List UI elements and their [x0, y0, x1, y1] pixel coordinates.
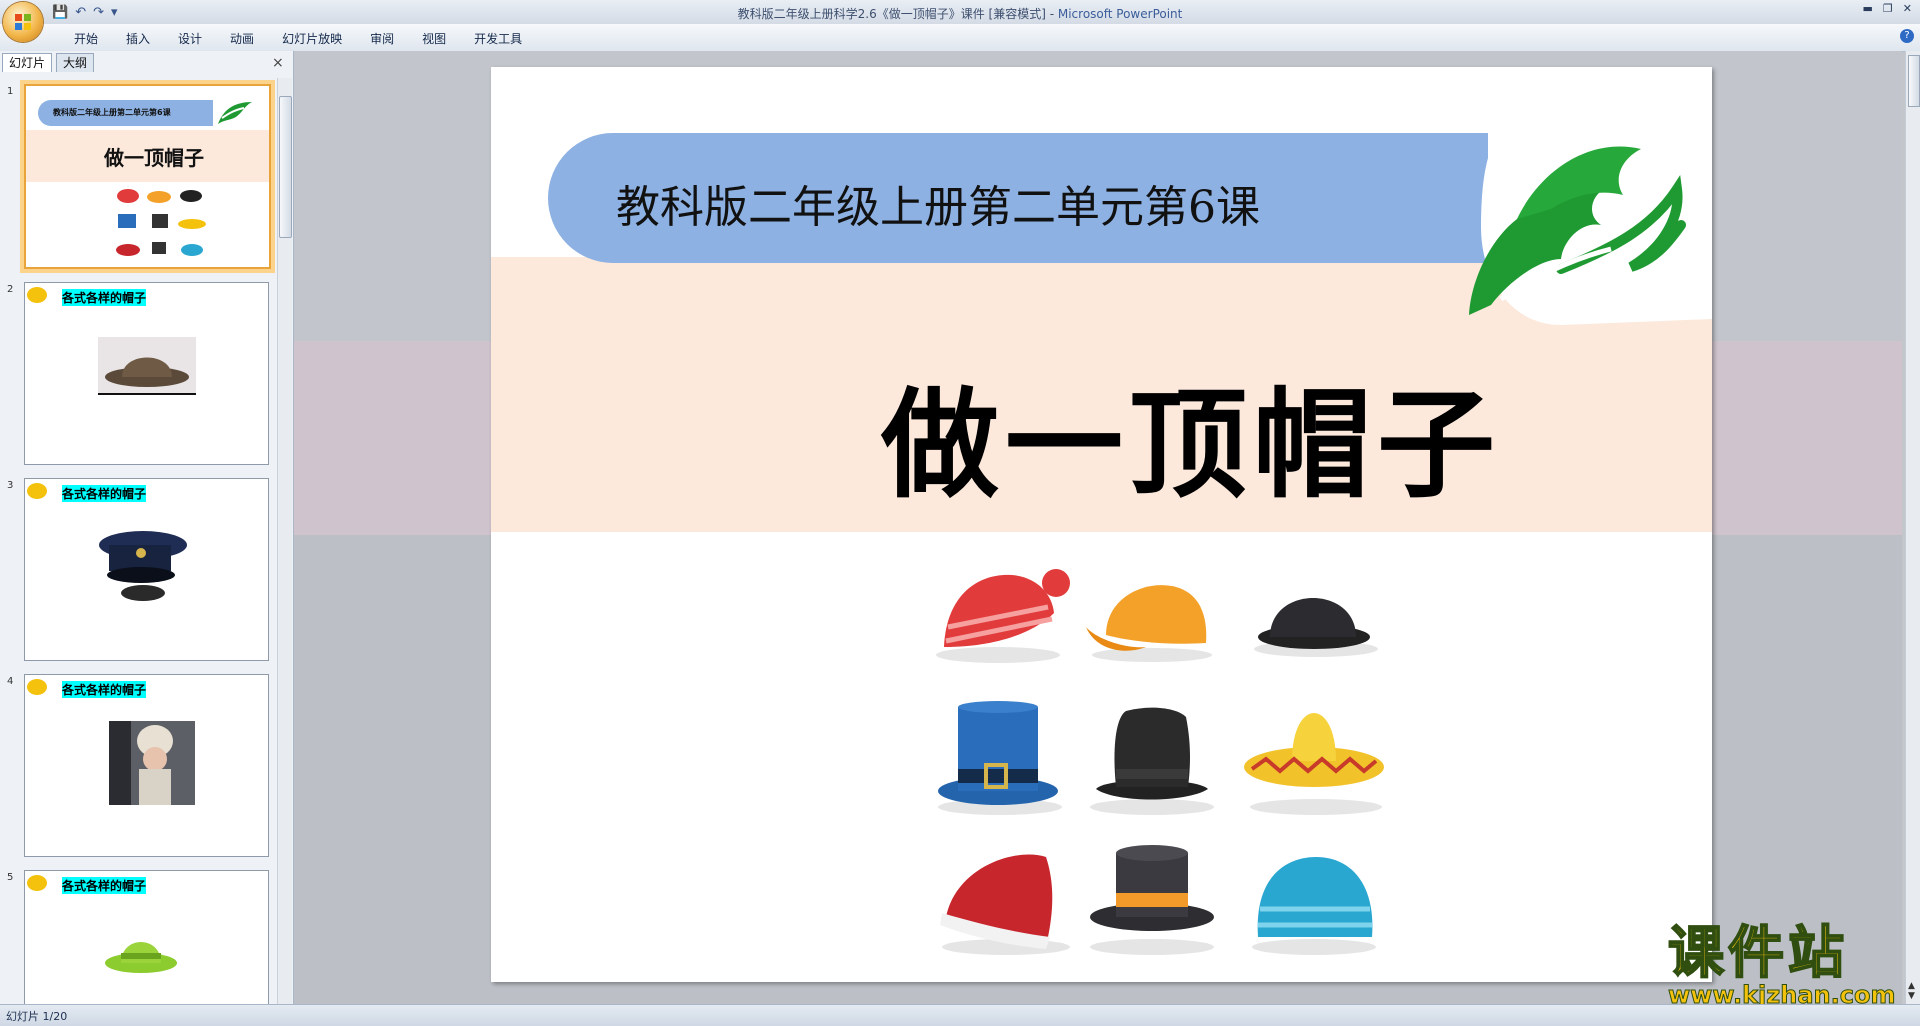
app-name: Microsoft PowerPoint [1057, 7, 1183, 21]
slide-thumbnail-2[interactable]: 各式各样的帽子 [24, 282, 269, 465]
santa-hat [940, 854, 1070, 955]
next-slide-icon[interactable]: ▼ [1908, 991, 1915, 1001]
knit-hat-girl-image [109, 721, 195, 805]
thumb-label: 各式各样的帽子 [62, 289, 147, 306]
watermark-url: www.kjzhan.com [1668, 981, 1896, 1009]
red-beanie [936, 569, 1070, 663]
slides-pane: 幻灯片 大纲 × 1 教科版二年级上册第二单元第6课 做一顶帽子 2 各式各样的… [0, 51, 294, 1004]
tab-outline[interactable]: 大纲 [56, 53, 95, 72]
officer-cap-image [99, 531, 187, 601]
status-bar: 幻灯片 1/20 [0, 1004, 1920, 1026]
gray-top-hat-orange-band [1090, 845, 1214, 955]
title-bar: 💾 ↶ ↷ ▾ 教科版二年级上册科学2.6《做一顶帽子》课件 [兼容模式] - … [0, 0, 1920, 24]
mascot-icon [27, 287, 47, 303]
slide-number: 4 [7, 676, 14, 687]
yellow-sombrero [1244, 713, 1384, 815]
tab-slideshow[interactable]: 幻灯片放映 [268, 30, 356, 47]
black-top-hat [1090, 707, 1214, 815]
tab-animations[interactable]: 动画 [216, 30, 268, 47]
prev-slide-icon[interactable]: ▲ [1908, 981, 1915, 991]
mascot-icon [27, 679, 47, 695]
leaf-logo-icon [1469, 129, 1712, 325]
banner-text: 教科版二年级上册第二单元第6课 [616, 182, 1260, 233]
window-title: 教科版二年级上册科学2.6《做一顶帽子》课件 [兼容模式] - Microsof… [0, 5, 1920, 22]
ribbon: 开始 插入 设计 动画 幻灯片放映 审阅 视图 开发工具 ? [0, 24, 1920, 52]
thumb-label: 各式各样的帽子 [62, 485, 147, 502]
blue-top-hat [938, 701, 1062, 815]
close-pane-icon[interactable]: × [272, 55, 284, 71]
slide-number: 3 [7, 480, 14, 491]
slide-thumbnail-3[interactable]: 各式各样的帽子 [24, 478, 269, 661]
window-controls: ▬ ❐ ✕ [1863, 2, 1913, 15]
thumbnail-list: 1 教科版二年级上册第二单元第6课 做一顶帽子 2 各式各样的帽子 3 各式各样… [0, 78, 277, 1004]
close-icon[interactable]: ✕ [1903, 2, 1912, 15]
slide-number: 1 [7, 86, 14, 97]
tab-review[interactable]: 审阅 [356, 30, 408, 47]
tab-slides[interactable]: 幻灯片 [2, 53, 53, 72]
tab-design[interactable]: 设计 [164, 30, 216, 47]
thumb-title: 做一顶帽子 [104, 146, 204, 170]
thumbnail-scrollbar[interactable] [277, 78, 292, 1004]
mascot-icon [27, 483, 47, 499]
slide-title[interactable]: 做一顶帽子 [881, 349, 1501, 520]
office-logo-icon [15, 14, 31, 30]
office-button[interactable] [3, 2, 43, 42]
orange-cap [1086, 585, 1212, 662]
ribbon-tabs: 开始 插入 设计 动画 幻灯片放映 审阅 视图 开发工具 [60, 30, 536, 47]
hats-grid-thumb [116, 189, 206, 256]
header-banner: 教科版二年级上册第二单元第6课 [548, 133, 1488, 263]
slide-number: 2 [7, 284, 14, 295]
scrollbar-thumb[interactable] [1908, 55, 1920, 107]
slide-thumbnail-4[interactable]: 各式各样的帽子 [24, 674, 269, 857]
mascot-icon [27, 875, 47, 891]
slide-thumbnail-5[interactable]: 各式各样的帽子 [24, 870, 269, 1004]
tab-home[interactable]: 开始 [60, 30, 112, 47]
help-icon[interactable]: ? [1900, 29, 1914, 43]
tab-insert[interactable]: 插入 [112, 30, 164, 47]
minimize-icon[interactable]: ▬ [1863, 2, 1873, 15]
pane-tabs: 幻灯片 大纲 × [0, 53, 293, 73]
slide-counter: 幻灯片 1/20 [6, 1010, 68, 1023]
current-slide[interactable]: 教科版二年级上册第二单元第6课 做一顶帽子 [491, 67, 1712, 982]
green-hat-image [105, 942, 177, 973]
watermark-cn: 课件站 [1667, 921, 1848, 986]
fedora-hat-image [98, 337, 196, 395]
hats-collection-image [936, 569, 1384, 955]
slide-number: 5 [7, 872, 14, 883]
blue-knit-hat [1252, 857, 1376, 955]
slide-thumbnail-1[interactable]: 教科版二年级上册第二单元第6课 做一顶帽子 [24, 84, 271, 269]
document-title: 教科版二年级上册科学2.6《做一顶帽子》课件 [兼容模式] - [737, 7, 1058, 21]
leaf-logo-icon [218, 102, 252, 124]
tab-view[interactable]: 视图 [408, 30, 460, 47]
slide-scrollbar[interactable]: ▲ ▼ [1905, 51, 1920, 1004]
scrollbar-thumb[interactable] [279, 96, 292, 238]
black-bowler [1254, 598, 1378, 657]
tab-developer[interactable]: 开发工具 [460, 30, 536, 47]
thumb-label: 各式各样的帽子 [62, 681, 147, 698]
watermark-logo: 课件站 www.kjzhan.com [1667, 921, 1904, 1008]
restore-icon[interactable]: ❐ [1883, 2, 1893, 15]
thumb-header-text: 教科版二年级上册第二单元第6课 [53, 108, 171, 117]
thumb-label: 各式各样的帽子 [62, 877, 147, 894]
